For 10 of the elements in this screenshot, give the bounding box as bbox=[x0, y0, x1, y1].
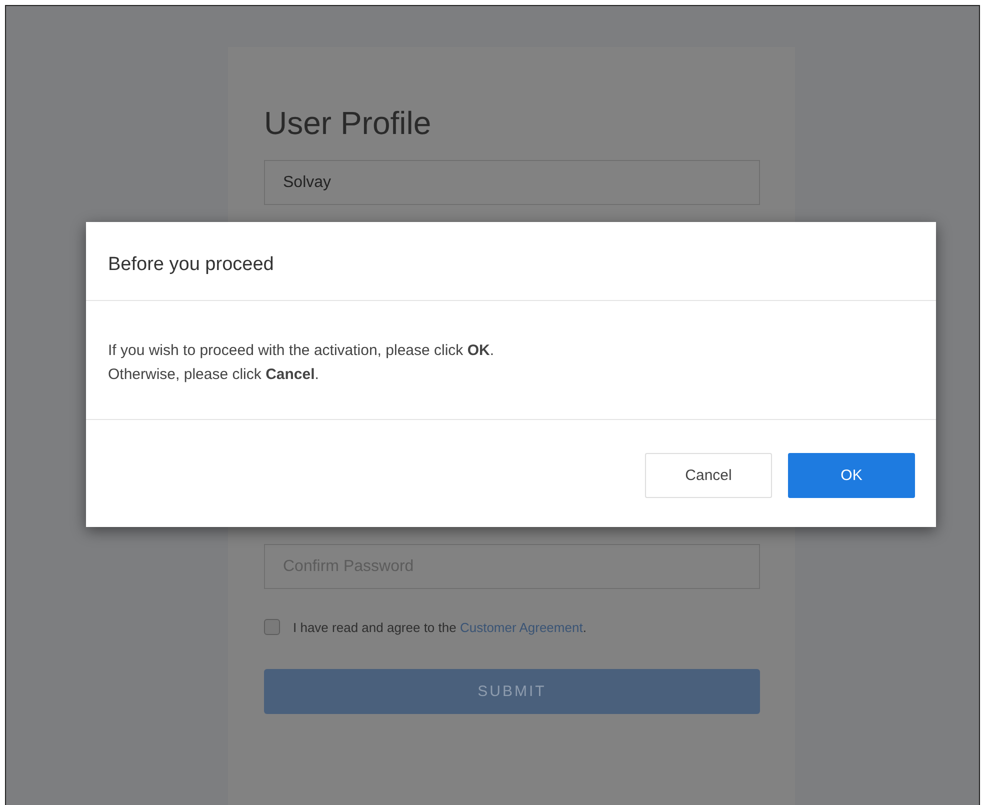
ok-button[interactable]: OK bbox=[788, 453, 915, 498]
submit-button[interactable]: SUBMIT bbox=[264, 669, 760, 714]
page-title: User Profile bbox=[264, 104, 432, 143]
dialog-message: If you wish to proceed with the activation, please click OK. bbox=[108, 341, 496, 361]
cancel-button[interactable]: Cancel bbox=[645, 453, 772, 498]
agreement-text: I have read and agree to the Customer Agreement. bbox=[293, 620, 586, 634]
agreement-checkbox[interactable] bbox=[264, 619, 280, 635]
dialog-message: Otherwise, please click Cancel. bbox=[108, 365, 320, 385]
text-field[interactable]: Solvay bbox=[264, 160, 760, 205]
dialog-title: Before you proceed bbox=[108, 254, 274, 276]
